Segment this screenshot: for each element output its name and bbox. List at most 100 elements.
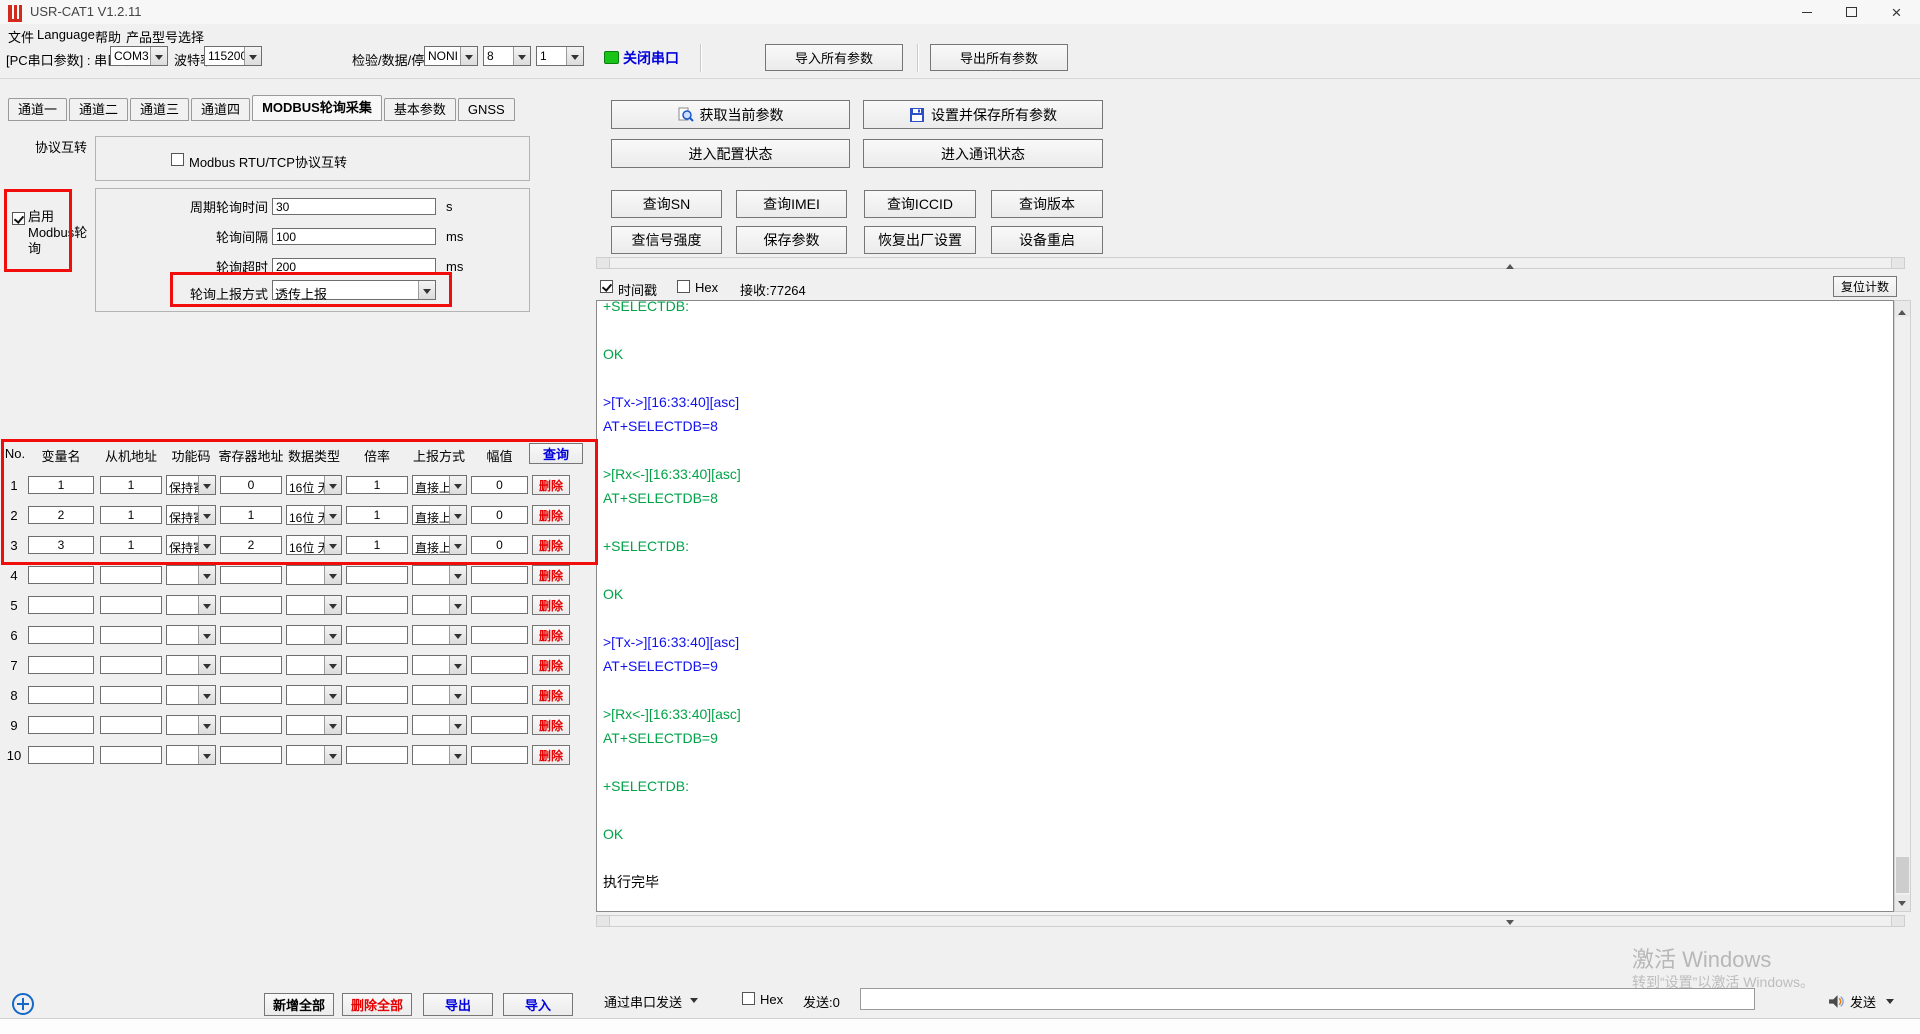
data-type-select[interactable] — [286, 595, 342, 615]
factory-reset-button[interactable]: 恢复出厂设置 — [864, 226, 976, 254]
send-button[interactable]: 发送 — [1850, 992, 1876, 1011]
report-mode-select[interactable] — [412, 565, 467, 585]
parity-select[interactable]: NONI — [424, 46, 478, 66]
save-params-button[interactable]: 保存参数 — [736, 226, 847, 254]
send-input[interactable] — [860, 988, 1755, 1010]
export-all-params-button[interactable]: 导出所有参数 — [930, 44, 1068, 71]
var-name-input[interactable] — [28, 596, 94, 614]
log-top-scrollbar[interactable] — [596, 257, 1905, 269]
tab-通道四[interactable]: 通道四 — [191, 98, 250, 121]
slave-addr-input[interactable] — [100, 536, 162, 554]
com-port-select[interactable]: COM3 — [110, 46, 168, 66]
func-code-select[interactable]: 保持寄存器 — [166, 505, 216, 525]
delete-row-button[interactable]: 删除 — [532, 655, 570, 675]
data-type-select[interactable]: 16位 无符号 — [286, 535, 342, 555]
delete-row-button[interactable]: 删除 — [532, 715, 570, 735]
log-area[interactable]: +SELECTDB: OK >[Tx->][16:33:40][asc]AT+S… — [596, 300, 1894, 912]
report-mode-select[interactable] — [412, 595, 467, 615]
report-mode-select[interactable]: 直接上报 — [412, 505, 467, 525]
amplitude-input[interactable] — [471, 716, 528, 734]
var-name-input[interactable] — [28, 746, 94, 764]
chevron-down-icon[interactable] — [449, 716, 466, 734]
chevron-down-icon[interactable] — [449, 536, 466, 554]
chevron-down-icon[interactable] — [324, 656, 341, 674]
query-imei-button[interactable]: 查询IMEI — [736, 190, 847, 218]
enter-comm-state-button[interactable]: 进入通讯状态 — [863, 139, 1103, 168]
chevron-down-icon[interactable] — [324, 686, 341, 704]
scale-input[interactable] — [346, 566, 408, 584]
delete-row-button[interactable]: 删除 — [532, 535, 570, 555]
tab-基本参数[interactable]: 基本参数 — [384, 98, 456, 121]
send-text-strip[interactable] — [0, 1018, 1920, 1034]
reg-addr-input[interactable] — [220, 596, 282, 614]
var-name-input[interactable] — [28, 686, 94, 704]
chevron-down-icon[interactable] — [513, 47, 530, 65]
func-code-select[interactable] — [166, 655, 216, 675]
chevron-down-icon[interactable] — [150, 47, 167, 65]
chevron-down-icon[interactable] — [198, 656, 215, 674]
get-current-params-button[interactable]: 获取当前参数 — [611, 100, 850, 129]
slave-addr-input[interactable] — [100, 686, 162, 704]
report-mode-select[interactable] — [412, 685, 467, 705]
query-sn-button[interactable]: 查询SN — [611, 190, 722, 218]
report-mode-select[interactable] — [412, 625, 467, 645]
reg-addr-input[interactable] — [220, 686, 282, 704]
data-type-select[interactable] — [286, 625, 342, 645]
scale-input[interactable] — [346, 476, 408, 494]
scale-input[interactable] — [346, 506, 408, 524]
data-type-select[interactable] — [286, 655, 342, 675]
poll-field-input[interactable] — [272, 228, 436, 245]
var-name-input[interactable] — [28, 476, 94, 494]
chevron-down-icon[interactable] — [324, 626, 341, 644]
chevron-down-icon[interactable] — [198, 746, 215, 764]
slave-addr-input[interactable] — [100, 626, 162, 644]
chevron-down-icon[interactable] — [449, 686, 466, 704]
report-mode-select[interactable] — [412, 745, 467, 765]
func-code-select[interactable] — [166, 595, 216, 615]
chevron-down-icon[interactable] — [449, 566, 466, 584]
data-type-select[interactable]: 16位 无符号 — [286, 505, 342, 525]
func-code-select[interactable] — [166, 745, 216, 765]
amplitude-input[interactable] — [471, 566, 528, 584]
func-code-select[interactable]: 保持寄存器 — [166, 475, 216, 495]
scroll-down-icon[interactable] — [1895, 895, 1910, 911]
data-type-select[interactable]: 16位 无符号 — [286, 475, 342, 495]
slave-addr-input[interactable] — [100, 746, 162, 764]
chevron-down-icon[interactable] — [198, 626, 215, 644]
reg-addr-input[interactable] — [220, 506, 282, 524]
scroll-left-icon[interactable] — [597, 258, 610, 268]
menu-file[interactable]: 文件 — [8, 27, 34, 46]
amplitude-input[interactable] — [471, 686, 528, 704]
log-vertical-scrollbar[interactable] — [1894, 300, 1911, 912]
var-name-input[interactable] — [28, 716, 94, 734]
tab-通道一[interactable]: 通道一 — [8, 98, 67, 121]
export-button[interactable]: 导出 — [423, 993, 493, 1016]
data-type-select[interactable] — [286, 715, 342, 735]
slave-addr-input[interactable] — [100, 596, 162, 614]
reg-addr-input[interactable] — [220, 566, 282, 584]
scroll-right-icon[interactable] — [1891, 916, 1904, 926]
tab-MODBUS轮询采集[interactable]: MODBUS轮询采集 — [252, 95, 382, 121]
query-version-button[interactable]: 查询版本 — [991, 190, 1103, 218]
chevron-down-icon[interactable] — [324, 596, 341, 614]
menu-language[interactable]: Language — [37, 27, 95, 42]
data-bits-select[interactable]: 8 — [483, 46, 531, 66]
chevron-down-icon[interactable] — [324, 566, 341, 584]
amplitude-input[interactable] — [471, 656, 528, 674]
chevron-down-icon[interactable] — [324, 536, 341, 554]
data-type-select[interactable] — [286, 745, 342, 765]
report-mode-select[interactable] — [412, 655, 467, 675]
amplitude-input[interactable] — [471, 506, 528, 524]
func-code-select[interactable]: 保持寄存器 — [166, 535, 216, 555]
delete-row-button[interactable]: 删除 — [532, 475, 570, 495]
chevron-down-icon[interactable] — [324, 476, 341, 494]
scale-input[interactable] — [346, 536, 408, 554]
slave-addr-input[interactable] — [100, 506, 162, 524]
reg-addr-input[interactable] — [220, 476, 282, 494]
delete-row-button[interactable]: 删除 — [532, 565, 570, 585]
device-restart-button[interactable]: 设备重启 — [991, 226, 1103, 254]
amplitude-input[interactable] — [471, 596, 528, 614]
slave-addr-input[interactable] — [100, 566, 162, 584]
scale-input[interactable] — [346, 596, 408, 614]
scroll-left-icon[interactable] — [597, 916, 610, 926]
